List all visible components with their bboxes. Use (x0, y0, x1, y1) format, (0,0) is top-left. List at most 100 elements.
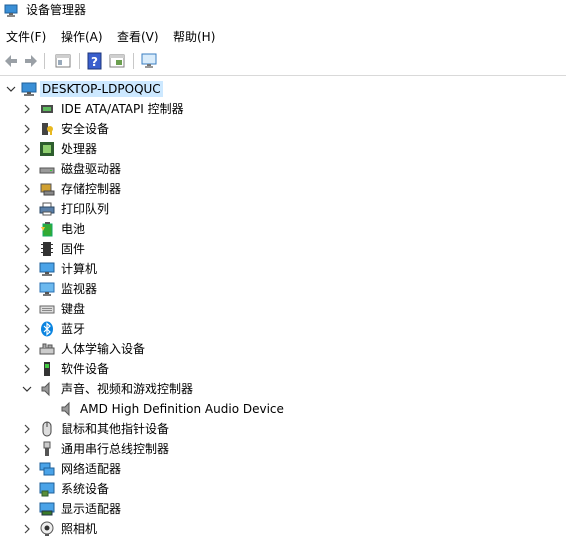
help-icon[interactable]: ? (86, 52, 104, 70)
tree-item-keyboard[interactable]: 键盘 (0, 299, 566, 319)
menu-action[interactable]: 操作(A) (61, 29, 103, 45)
tree-item-security[interactable]: 安全设备 (0, 119, 566, 139)
tree-item-hid[interactable]: 人体学输入设备 (0, 339, 566, 359)
tree-item-monitor[interactable]: 监视器 (0, 279, 566, 299)
window-title: 设备管理器 (26, 3, 87, 17)
chevron-right-icon[interactable] (20, 462, 34, 476)
chevron-right-icon[interactable] (20, 422, 34, 436)
chevron-right-icon[interactable] (20, 182, 34, 196)
chevron-right-icon[interactable] (20, 102, 34, 116)
tree-item-processor[interactable]: 处理器 (0, 139, 566, 159)
toolbar: ? (0, 48, 566, 76)
tree-item-label: 通用串行总线控制器 (61, 442, 170, 456)
security-device-icon (42, 123, 53, 135)
disk-drive-icon (39, 167, 55, 174)
chevron-right-icon[interactable] (20, 202, 34, 216)
tree-item-label: 声音、视频和游戏控制器 (61, 382, 194, 396)
tree-item-label: AMD High Definition Audio Device (80, 402, 284, 416)
tree-item-software[interactable]: 软件设备 (0, 359, 566, 379)
tree-item-camera[interactable]: 照相机 (0, 519, 566, 539)
svg-text:?: ? (91, 55, 98, 69)
device-manager-icon (4, 4, 18, 17)
chevron-right-icon[interactable] (20, 282, 34, 296)
tree-item-label: 显示适配器 (61, 502, 122, 516)
tree-item-bluetooth[interactable]: 蓝牙 (0, 319, 566, 339)
hid-icon (39, 343, 55, 355)
tree-item-label: 软件设备 (61, 362, 110, 376)
chevron-right-icon[interactable] (20, 162, 34, 176)
tree-item-label: 监视器 (61, 282, 98, 296)
tree-item-sound[interactable]: 声音、视频和游戏控制器 (0, 379, 566, 399)
tree-item-label: 蓝牙 (61, 322, 86, 336)
monitor-icon (39, 282, 55, 296)
battery-icon (41, 222, 53, 237)
tree-item-label: 网络适配器 (61, 462, 122, 476)
chevron-right-icon[interactable] (20, 522, 34, 536)
chevron-right-icon[interactable] (20, 222, 34, 236)
chevron-right-icon[interactable] (20, 342, 34, 356)
chevron-right-icon[interactable] (20, 502, 34, 516)
tree-item-display[interactable]: 显示适配器 (0, 499, 566, 519)
tree-item-label: IDE ATA/ATAPI 控制器 (61, 102, 184, 116)
chevron-right-icon[interactable] (20, 242, 34, 256)
tree-item-label: 打印队列 (61, 202, 110, 216)
menu-view[interactable]: 查看(V) (117, 29, 159, 45)
chevron-right-icon[interactable] (20, 302, 34, 316)
properties-pane-icon[interactable] (54, 52, 72, 70)
processor-icon (40, 142, 54, 156)
toolbar-separator (79, 53, 80, 69)
back-arrow-icon[interactable] (2, 52, 20, 70)
chevron-down-icon[interactable] (20, 382, 34, 396)
computer-monitor-icon (39, 262, 55, 276)
tree-item-usb[interactable]: 通用串行总线控制器 (0, 439, 566, 459)
tree-item-label: 安全设备 (61, 122, 110, 136)
tree-root-label: DESKTOP-LDPOQUC (40, 81, 163, 97)
tree-root[interactable]: DESKTOP-LDPOQUC (0, 79, 566, 99)
menu-help[interactable]: 帮助(H) (173, 29, 215, 45)
speaker-icon (61, 401, 70, 417)
tree-item-network[interactable]: 网络适配器 (0, 459, 566, 479)
network-adapter-icon (39, 462, 55, 476)
chevron-right-icon[interactable] (20, 262, 34, 276)
keyboard-icon (39, 305, 55, 314)
ide-controller-icon (41, 105, 53, 113)
tree-item-label: 照相机 (61, 522, 98, 536)
tree-item-printer[interactable]: 打印队列 (0, 199, 566, 219)
printer-icon (39, 202, 55, 216)
title-bar: 设备管理器 (0, 0, 566, 22)
tree-item-system[interactable]: 系统设备 (0, 479, 566, 499)
tree-item-label: 存储控制器 (61, 182, 122, 196)
tree-item-firmware[interactable]: 固件 (0, 239, 566, 259)
tree-item-label: 鼠标和其他指针设备 (61, 422, 170, 436)
monitor-scan-icon[interactable] (140, 52, 158, 70)
tree-item-storage[interactable]: 存储控制器 (0, 179, 566, 199)
menu-file[interactable]: 文件(F) (6, 29, 46, 45)
forward-arrow-icon[interactable] (22, 52, 40, 70)
bluetooth-icon (41, 321, 53, 337)
tree-item-label: 电池 (61, 222, 86, 236)
toolbar-separator (44, 53, 45, 69)
mouse-icon (42, 421, 52, 437)
tree-item-amd-audio[interactable]: AMD High Definition Audio Device (0, 399, 566, 419)
tree-item-computer[interactable]: 计算机 (0, 259, 566, 279)
chevron-right-icon[interactable] (20, 142, 34, 156)
device-view-icon[interactable] (108, 52, 126, 70)
chevron-right-icon[interactable] (20, 122, 34, 136)
usb-icon (43, 441, 51, 456)
chevron-right-icon[interactable] (20, 362, 34, 376)
speaker-icon (41, 381, 50, 397)
tree-item-battery[interactable]: 电池 (0, 219, 566, 239)
storage-controller-icon (40, 183, 55, 196)
chevron-down-icon[interactable] (4, 82, 18, 96)
tree-item-label: 键盘 (61, 302, 86, 316)
tree-item-disk[interactable]: 磁盘驱动器 (0, 159, 566, 179)
tree-item-label: 人体学输入设备 (61, 342, 146, 356)
tree-item-ide[interactable]: IDE ATA/ATAPI 控制器 (0, 99, 566, 119)
software-device-icon (44, 362, 50, 376)
chevron-right-icon[interactable] (20, 482, 34, 496)
camera-icon (40, 521, 54, 536)
chevron-right-icon[interactable] (20, 322, 34, 336)
tree-item-mouse[interactable]: 鼠标和其他指针设备 (0, 419, 566, 439)
toolbar-separator (133, 53, 134, 69)
chevron-right-icon[interactable] (20, 442, 34, 456)
